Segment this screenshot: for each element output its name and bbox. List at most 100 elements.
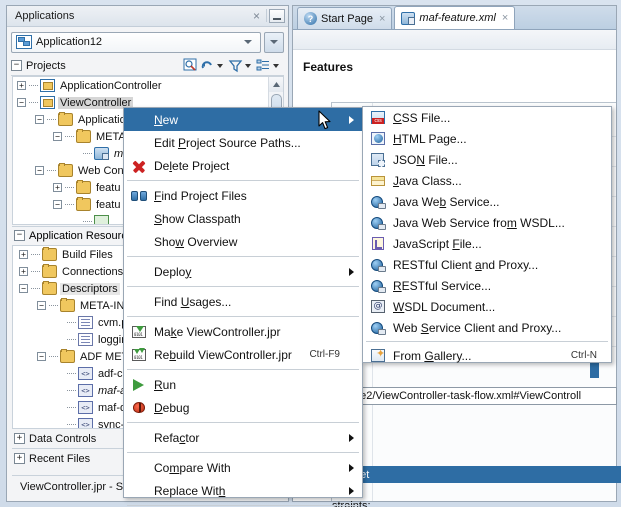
menu-item-make-project[interactable]: Make ViewController.jpr: [124, 320, 362, 343]
tree-line: [65, 203, 74, 206]
menu-item-javascript-file[interactable]: JavaScript File...: [363, 233, 611, 254]
menu-item-from-gallery[interactable]: From Gallery... Ctrl-N: [363, 345, 611, 366]
expand-icon[interactable]: +: [17, 81, 26, 90]
html-page-icon: [369, 131, 387, 147]
web-service-icon: [369, 257, 387, 273]
chevron-down-icon[interactable]: [245, 63, 251, 68]
tab-start-page[interactable]: ? Start Page ×: [297, 7, 393, 29]
menu-item-java-web-service[interactable]: Java Web Service...: [363, 191, 611, 212]
menu-item-web-service-client-and-proxy[interactable]: Web Service Client and Proxy...: [363, 317, 611, 338]
chevron-down-icon[interactable]: [217, 63, 223, 68]
filter-icon[interactable]: [228, 58, 243, 73]
expand-icon[interactable]: −: [37, 301, 46, 310]
section-title: Features: [303, 60, 354, 74]
expand-icon[interactable]: +: [53, 183, 62, 192]
menu-item-rebuild-project[interactable]: Rebuild ViewController.jpr Ctrl-F9: [124, 343, 362, 366]
folder-icon: [76, 197, 91, 211]
menu-item-restful-service[interactable]: RESTful Service...: [363, 275, 611, 296]
task-flow-field[interactable]: feature2/ViewController-task-flow.xml#Vi…: [328, 387, 617, 405]
divider: [266, 9, 267, 22]
tree-item-label: featu: [96, 181, 121, 194]
menu-separator: [127, 180, 359, 181]
menu-item-label: Show Classpath: [154, 211, 241, 226]
application-combo[interactable]: Application12: [11, 31, 261, 53]
menu-item-json-file[interactable]: JSON File...: [363, 149, 611, 170]
refresh-icon[interactable]: [200, 58, 215, 73]
expand-icon[interactable]: −: [35, 115, 44, 124]
menu-item-restful-client-and-proxy[interactable]: RESTful Client and Proxy...: [363, 254, 611, 275]
web-service-icon: [369, 278, 387, 294]
menu-item-html-page[interactable]: HTML Page...: [363, 128, 611, 149]
expand-icon[interactable]: −: [17, 98, 26, 107]
tree-item-label: Web Cont: [78, 164, 127, 177]
scroll-up-icon[interactable]: [269, 77, 283, 92]
menu-item-show-classpath[interactable]: Show Classpath: [124, 207, 362, 230]
close-icon[interactable]: ×: [249, 8, 264, 23]
expand-icon[interactable]: −: [35, 166, 44, 175]
expand-icon[interactable]: +: [14, 433, 25, 444]
expand-icon[interactable]: +: [19, 250, 28, 259]
tab-label: Start Page: [321, 12, 373, 25]
projects-collapse-icon[interactable]: −: [11, 60, 22, 71]
tree-item[interactable]: + ApplicationController: [13, 77, 283, 94]
tree-line: [67, 338, 76, 341]
editor-tabstrip: ? Start Page × maf-feature.xml ×: [293, 6, 616, 30]
web-service-icon: [369, 194, 387, 210]
expand-icon[interactable]: −: [53, 200, 62, 209]
web-service-icon: [369, 320, 387, 336]
menu-item-run[interactable]: Run: [124, 373, 362, 396]
menu-item-replace-with[interactable]: Replace With: [124, 479, 362, 502]
expand-icon[interactable]: −: [19, 284, 28, 293]
tree-line: [67, 321, 76, 324]
app-resources-collapse-icon[interactable]: −: [14, 230, 25, 241]
folder-icon: [76, 129, 91, 143]
folder-icon: [58, 112, 73, 126]
menu-item-java-web-service-from-wsdl[interactable]: Java Web Service from WSDL...: [363, 212, 611, 233]
menu-item-compare-with[interactable]: Compare With: [124, 456, 362, 479]
menu-item-wsdl-document[interactable]: @ WSDL Document...: [363, 296, 611, 317]
application-menu-button[interactable]: [264, 31, 284, 53]
wsdl-document-icon: @: [369, 299, 387, 315]
menu-item-label: JSON File...: [393, 152, 458, 167]
menu-item-label: Debug: [154, 400, 190, 415]
web-service-icon: [369, 215, 387, 231]
expand-icon[interactable]: +: [19, 267, 28, 276]
java-class-icon: [369, 173, 387, 189]
tree-line: [31, 253, 40, 256]
tree-item-label: Applicatio: [78, 113, 126, 126]
tab-maf-feature-xml[interactable]: maf-feature.xml ×: [394, 6, 516, 29]
close-icon[interactable]: ×: [379, 13, 385, 25]
menu-item-show-overview[interactable]: Show Overview: [124, 230, 362, 253]
menu-item-debug[interactable]: Debug: [124, 396, 362, 419]
project-folder-icon: [40, 96, 55, 109]
menu-item-edit-project-source-paths[interactable]: Edit Project Source Paths...: [124, 131, 362, 154]
options-icon[interactable]: [256, 58, 271, 73]
menu-item-css-file[interactable]: CSS File...: [363, 107, 611, 128]
expand-icon[interactable]: −: [37, 352, 46, 361]
menu-item-deploy[interactable]: Deploy: [124, 260, 362, 283]
app-resources-label: Application Resourc: [29, 229, 127, 242]
search-icon[interactable]: [183, 58, 198, 73]
expand-icon[interactable]: +: [14, 453, 25, 464]
tree-line: [29, 101, 38, 104]
menu-item-label: Java Web Service from WSDL...: [393, 215, 565, 230]
minimize-icon[interactable]: [269, 8, 285, 23]
menu-item-delete-project[interactable]: Delete Project: [124, 154, 362, 177]
menu-separator: [127, 422, 359, 423]
menu-item-label: Deploy: [154, 264, 192, 279]
tree-line: [67, 389, 76, 392]
menu-item-find-project-files[interactable]: Find Project Files: [124, 184, 362, 207]
tree-item-label: Descriptors: [60, 282, 120, 295]
panel-label: Data Controls: [29, 432, 97, 445]
list-item-selected[interactable]: leSheet: [328, 466, 621, 483]
close-icon[interactable]: ×: [502, 12, 508, 24]
chevron-down-icon[interactable]: [273, 63, 279, 68]
menu-item-label: Find Usages...: [154, 294, 232, 309]
expand-icon[interactable]: −: [53, 132, 62, 141]
chevron-down-icon[interactable]: [244, 40, 252, 44]
status-text: ViewController.jpr - S: [20, 480, 124, 493]
menu-item-refactor[interactable]: Refactor: [124, 426, 362, 449]
tree-line: [67, 372, 76, 375]
menu-item-java-class[interactable]: Java Class...: [363, 170, 611, 191]
menu-item-find-usages[interactable]: Find Usages...: [124, 290, 362, 313]
